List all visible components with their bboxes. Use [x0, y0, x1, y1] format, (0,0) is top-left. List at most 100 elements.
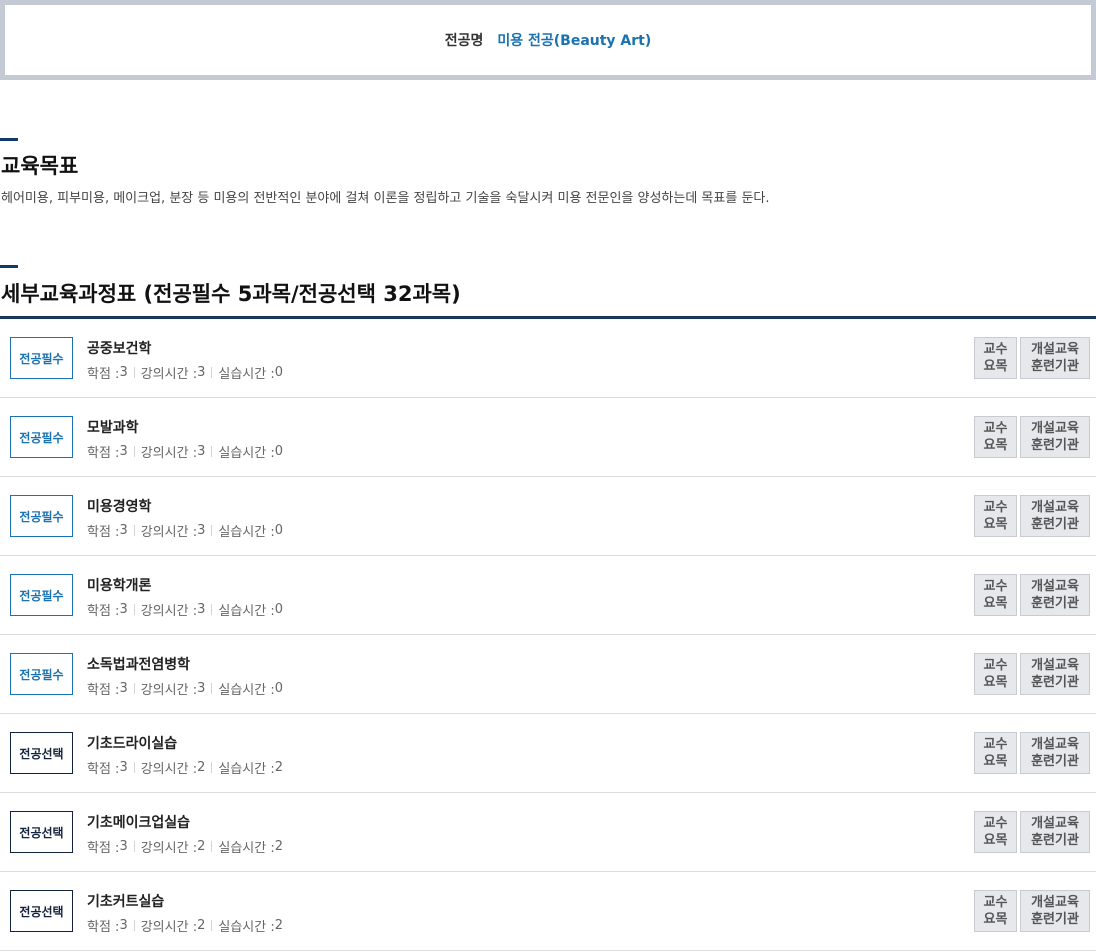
professor-button-line1: 교수 [983, 895, 1008, 910]
meta-divider [211, 762, 213, 773]
lecture-value: 2 [197, 918, 206, 933]
meta-divider [211, 920, 213, 931]
institution-button-line2: 훈련기관 [1031, 359, 1079, 374]
course-type-badge: 전공필수 [10, 416, 73, 458]
credit-value: 3 [119, 523, 128, 538]
lecture-label: 강의시간 : [140, 604, 198, 619]
professor-syllabus-button[interactable]: 교수 요목 [974, 653, 1017, 695]
practice-label: 실습시간 : [218, 841, 275, 856]
meta-divider [133, 920, 135, 931]
professor-button-line1: 교수 [983, 658, 1008, 673]
course-meta: 학점 : 3 강의시간 : 3 실습시간 : 0 [87, 363, 283, 382]
professor-syllabus-button[interactable]: 교수 요목 [974, 495, 1017, 537]
meta-divider [133, 604, 135, 615]
meta-divider [133, 525, 135, 536]
major-info-box: 전공명 미용 전공(Beauty Art) [0, 0, 1096, 80]
credit-label: 학점 : [87, 920, 120, 935]
credit-value: 3 [119, 760, 128, 775]
institution-button-line2: 훈련기관 [1031, 596, 1079, 611]
training-institution-button[interactable]: 개설교육 훈련기관 [1020, 890, 1090, 932]
credit-label: 학점 : [87, 762, 120, 777]
major-label: 전공명 [444, 33, 484, 49]
practice-label: 실습시간 : [218, 920, 275, 935]
meta-divider [133, 762, 135, 773]
meta-divider [211, 604, 213, 615]
professor-syllabus-button[interactable]: 교수 요목 [974, 890, 1017, 932]
institution-button-line1: 개설교육 [1031, 895, 1079, 910]
institution-button-line1: 개설교육 [1031, 421, 1079, 436]
credit-value: 3 [119, 681, 128, 696]
course-type-badge: 전공필수 [10, 574, 73, 616]
credit-label: 학점 : [87, 525, 120, 540]
meta-divider [211, 525, 213, 536]
credit-label: 학점 : [87, 604, 120, 619]
professor-syllabus-button[interactable]: 교수 요목 [974, 811, 1017, 853]
lecture-label: 강의시간 : [140, 762, 198, 777]
institution-button-line2: 훈련기관 [1031, 517, 1079, 532]
course-meta: 학점 : 3 강의시간 : 2 실습시간 : 2 [87, 758, 283, 777]
major-value: 미용 전공(Beauty Art) [497, 33, 652, 49]
training-institution-button[interactable]: 개설교육 훈련기관 [1020, 811, 1090, 853]
practice-label: 실습시간 : [218, 604, 275, 619]
credit-label: 학점 : [87, 367, 120, 382]
practice-label: 실습시간 : [218, 762, 275, 777]
training-institution-button[interactable]: 개설교육 훈련기관 [1020, 416, 1090, 458]
practice-value: 0 [274, 681, 283, 696]
course-meta: 학점 : 3 강의시간 : 3 실습시간 : 0 [87, 600, 283, 619]
course-type-badge: 전공필수 [10, 495, 73, 537]
lecture-label: 강의시간 : [140, 446, 198, 461]
professor-button-line2: 요목 [983, 359, 1008, 374]
professor-button-line2: 요목 [983, 438, 1008, 453]
course-meta: 학점 : 3 강의시간 : 3 실습시간 : 0 [87, 442, 283, 461]
course-name: 기초드라이실습 [87, 736, 178, 752]
institution-button-line1: 개설교육 [1031, 579, 1079, 594]
practice-label: 실습시간 : [218, 367, 275, 382]
lecture-value: 2 [197, 839, 206, 854]
practice-label: 실습시간 : [218, 683, 275, 698]
training-institution-button[interactable]: 개설교육 훈련기관 [1020, 574, 1090, 616]
lecture-label: 강의시간 : [140, 525, 198, 540]
training-institution-button[interactable]: 개설교육 훈련기관 [1020, 337, 1090, 379]
course-meta: 학점 : 3 강의시간 : 2 실습시간 : 2 [87, 916, 283, 935]
professor-button-line1: 교수 [983, 342, 1008, 357]
training-institution-button[interactable]: 개설교육 훈련기관 [1020, 495, 1090, 537]
professor-button-line1: 교수 [983, 737, 1008, 752]
practice-value: 0 [274, 602, 283, 617]
lecture-value: 3 [197, 681, 206, 696]
lecture-label: 강의시간 : [140, 683, 198, 698]
institution-button-line1: 개설교육 [1031, 737, 1079, 752]
professor-button-line2: 요목 [983, 596, 1008, 611]
course-name: 기초커트실습 [87, 894, 165, 910]
training-institution-button[interactable]: 개설교육 훈련기관 [1020, 732, 1090, 774]
practice-value: 0 [274, 444, 283, 459]
course-name: 공중보건학 [87, 341, 152, 357]
credit-label: 학점 : [87, 683, 120, 698]
meta-divider [211, 367, 213, 378]
course-name: 미용경영학 [87, 499, 152, 515]
professor-syllabus-button[interactable]: 교수 요목 [974, 732, 1017, 774]
practice-value: 2 [274, 760, 283, 775]
professor-button-line1: 교수 [983, 816, 1008, 831]
course-type-badge: 전공선택 [10, 732, 73, 774]
course-list: 전공필수 공중보건학 학점 : 3 강의시간 : 3 실습시간 : 0 교수 요… [0, 316, 1096, 951]
lecture-label: 강의시간 : [140, 841, 198, 856]
course-name: 소독법과전염병학 [87, 657, 191, 673]
lecture-value: 2 [197, 760, 206, 775]
institution-button-line2: 훈련기관 [1031, 675, 1079, 690]
course-type-badge: 전공선택 [10, 890, 73, 932]
course-type-badge: 전공필수 [10, 653, 73, 695]
institution-button-line2: 훈련기관 [1031, 438, 1079, 453]
training-institution-button[interactable]: 개설교육 훈련기관 [1020, 653, 1090, 695]
meta-divider [133, 841, 135, 852]
goal-text: 헤어미용, 피부미용, 메이크업, 분장 등 미용의 전반적인 분야에 걸쳐 이… [1, 191, 770, 206]
course-row: 전공선택 기초커트실습 학점 : 3 강의시간 : 2 실습시간 : 2 교수 … [0, 872, 1096, 951]
professor-syllabus-button[interactable]: 교수 요목 [974, 416, 1017, 458]
professor-button-line2: 요목 [983, 517, 1008, 532]
professor-button-line2: 요목 [983, 675, 1008, 690]
professor-syllabus-button[interactable]: 교수 요목 [974, 337, 1017, 379]
professor-syllabus-button[interactable]: 교수 요목 [974, 574, 1017, 616]
institution-button-line1: 개설교육 [1031, 500, 1079, 515]
meta-divider [211, 683, 213, 694]
professor-button-line2: 요목 [983, 754, 1008, 769]
course-type-badge: 전공필수 [10, 337, 73, 379]
